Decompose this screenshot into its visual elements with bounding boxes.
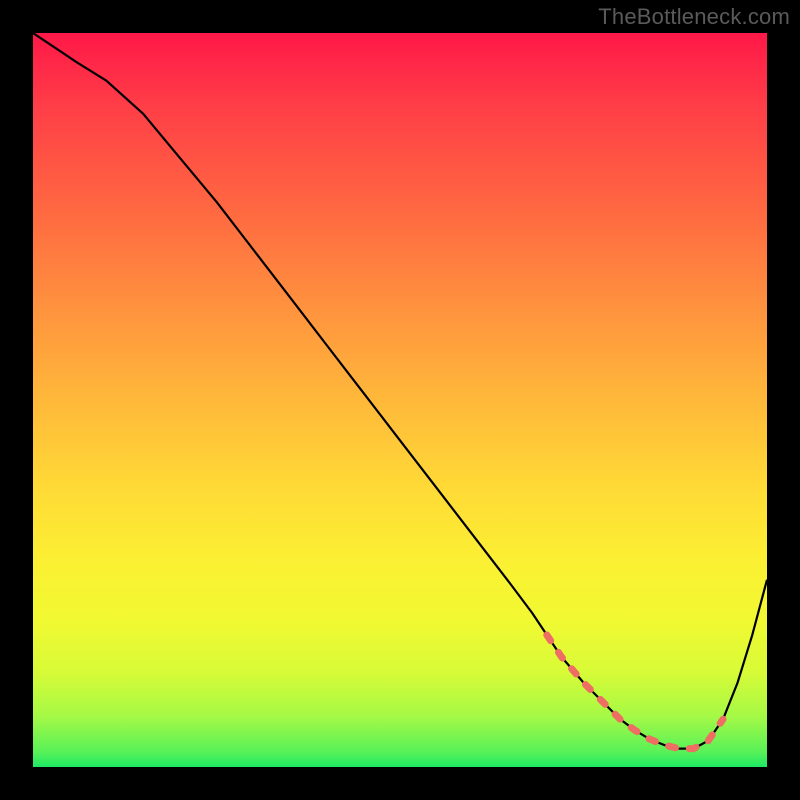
watermark-text: TheBottleneck.com — [598, 4, 790, 30]
bottleneck-curve — [33, 33, 767, 749]
curve-layer — [33, 33, 767, 767]
optimal-zone-dash — [547, 635, 723, 749]
plot-area — [33, 33, 767, 767]
chart-container: TheBottleneck.com — [0, 0, 800, 800]
